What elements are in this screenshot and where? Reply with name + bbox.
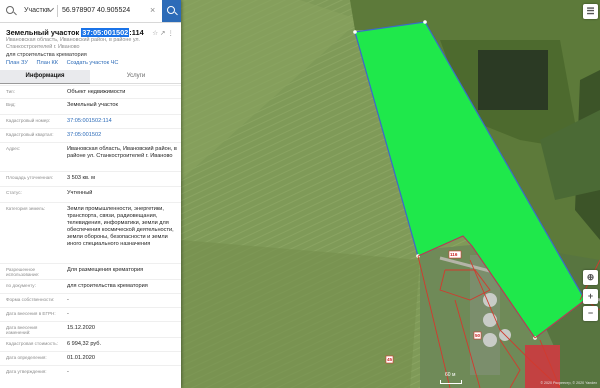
search-icon [167, 6, 175, 14]
info-label: Дата утверждения: [6, 369, 47, 374]
parcel-label-45: 45 [387, 357, 393, 362]
parcel-label-116: 116 [450, 252, 458, 257]
info-value: Учтенный [67, 190, 93, 196]
info-value: Для размещения крематория [67, 267, 144, 273]
parcel-address: Ивановская область, Ивановский район, в … [6, 37, 141, 50]
info-label: Кадастровый квартал: [6, 132, 54, 137]
info-value: Земли промышленности, энергетики, трансп… [67, 206, 174, 247]
search-input[interactable]: 56.978907 40.905524 [62, 7, 130, 14]
info-row-by-document: по документу: для строительства крематор… [0, 279, 181, 294]
parcel-purpose: для строительства крематория [6, 52, 87, 58]
info-row-kind: Вид: Земельный участок [0, 98, 181, 115]
parcel-title: Земельный участок 37:05:001502:114 [6, 28, 144, 37]
info-value: для строительства крематория [67, 283, 148, 289]
search-icon [6, 6, 14, 14]
divider [57, 5, 58, 17]
create-emergency-parcel-link[interactable]: Создать участок ЧС [67, 60, 119, 66]
info-row-approval-date: Дата утверждения: - [0, 365, 181, 380]
info-label: Площадь уточненная: [6, 175, 53, 180]
info-value: 15.12.2020 [67, 325, 95, 331]
info-value: - [67, 297, 69, 303]
plan-kk-link[interactable]: План КК [36, 60, 58, 66]
tab-information[interactable]: Информация [0, 70, 90, 84]
info-value: Объект недвижимости [67, 89, 126, 95]
parcel-title-suffix: :114 [129, 28, 144, 37]
info-value: - [67, 369, 69, 375]
tab-services[interactable]: Услуги [91, 70, 181, 83]
info-value: 01.01.2020 [67, 355, 95, 361]
info-row-area: Площадь уточненная: 3 503 кв. м [0, 171, 181, 187]
info-label: Дата внесения изменений: [6, 325, 38, 336]
cadastral-quarter-link[interactable]: 37:05:001502 [67, 132, 177, 139]
info-label: Вид: [6, 102, 16, 107]
info-label: Тип: [6, 89, 15, 94]
plan-zu-link[interactable]: План ЗУ [6, 60, 28, 66]
info-panel: Участки 56.978907 40.905524 × Земельный … [0, 0, 181, 388]
info-value: - [67, 311, 69, 317]
info-label: Дата внесения в ЕГРН: [6, 311, 56, 316]
info-value: 3 503 кв. м [67, 175, 95, 181]
action-links: План ЗУ План КК Создать участок ЧС [6, 60, 125, 66]
info-row-ownership: Форма собственности: - [0, 293, 181, 308]
clear-search-icon[interactable]: × [150, 5, 155, 15]
layers-button[interactable]: ☰ [583, 4, 598, 19]
cadastral-number-link[interactable]: 37:05:001502:114 [67, 118, 177, 125]
map-attribution: © 2020 Росреестр, © 2020 Yandex [540, 381, 597, 385]
info-label: Кадастровая стоимость: [6, 341, 58, 346]
info-label: Категория земель: [6, 206, 46, 211]
info-label: Кадастровый номер: [6, 118, 51, 123]
zoom-in-button[interactable]: + [583, 289, 598, 304]
info-label: Адрес: [6, 146, 21, 151]
info-row-permitted-use: Разрешенное использование: Для размещени… [0, 263, 181, 280]
info-row-status: Статус: Учтенный [0, 186, 181, 203]
parcel-title-prefix: Земельный участок [6, 28, 80, 37]
parcel-label-50: 50 [475, 333, 481, 338]
info-row-egrn-date: Дата внесения в ЕГРН: - [0, 307, 181, 322]
info-label: Форма собственности: [6, 297, 55, 302]
scale-label: 60 м [445, 372, 456, 378]
info-value: 6 994,32 руб. [67, 341, 101, 347]
scale-bar [440, 380, 462, 384]
zoom-out-button[interactable]: − [583, 306, 598, 321]
info-row-address: Адрес: Ивановская область, Ивановский ра… [0, 142, 181, 172]
info-value: Ивановская область, Ивановский район, в … [67, 146, 177, 159]
search-bar: Участки 56.978907 40.905524 × [0, 0, 181, 23]
map-tools-button[interactable]: ⊕ [583, 270, 598, 285]
info-row-cadastral-number: Кадастровый номер: 37:05:001502:114 [0, 114, 181, 129]
panel-toolbar-icons[interactable]: ☆↗⋮ [152, 29, 176, 37]
info-row-cadastral-value: Кадастровая стоимость: 6 994,32 руб. [0, 337, 181, 352]
parcel-title-highlight: 37:05:001502 [81, 28, 130, 37]
info-row-change-date: Дата внесения изменений: 15.12.2020 [0, 321, 181, 338]
info-row-determination-date: Дата определения: 01.01.2020 [0, 351, 181, 366]
info-label: по документу: [6, 283, 36, 288]
info-label: Дата определения: [6, 355, 47, 360]
info-label: Разрешенное использование: [6, 267, 40, 278]
info-row-type: Тип: Объект недвижимости [0, 85, 181, 99]
info-row-cadastral-quarter: Кадастровый квартал: 37:05:001502 [0, 128, 181, 143]
search-button[interactable] [162, 0, 181, 22]
info-row-land-category: Категория земель: Земли промышленности, … [0, 202, 181, 264]
info-label: Статус: [6, 190, 22, 195]
info-value: Земельный участок [67, 102, 118, 108]
panel-tabs: Информация Услуги [0, 70, 181, 84]
